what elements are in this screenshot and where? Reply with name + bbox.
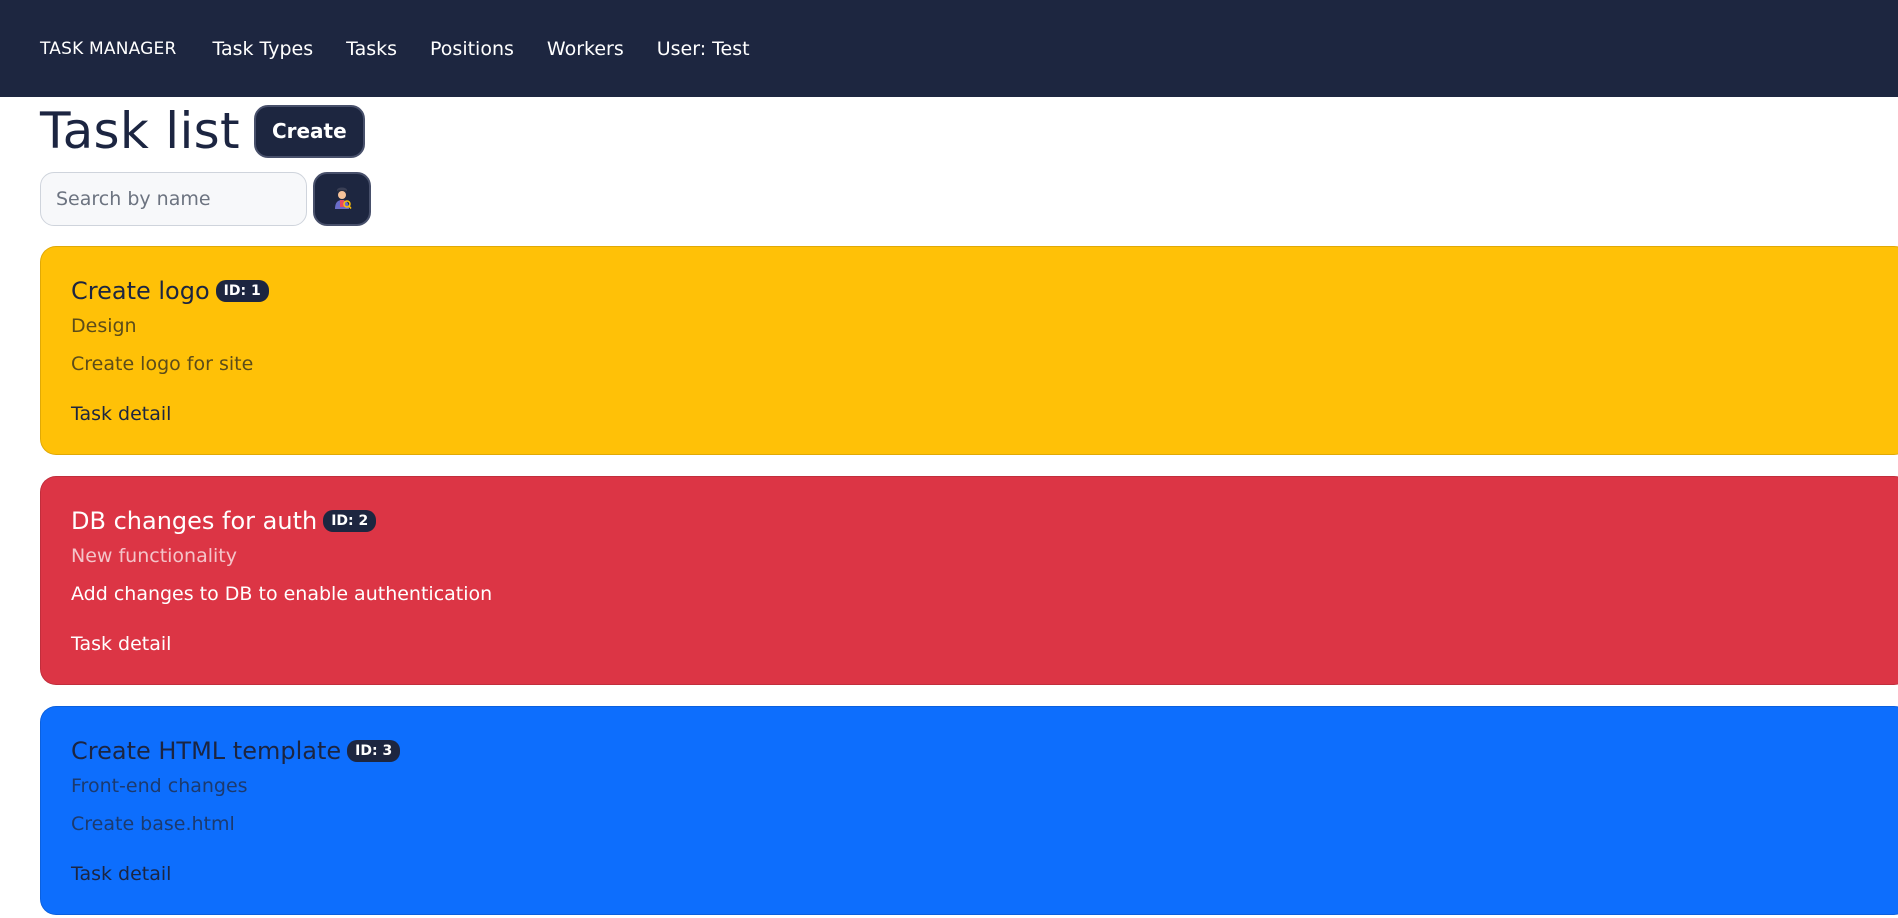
search-person-icon <box>332 186 352 213</box>
page-title: Task list <box>40 102 240 160</box>
task-type: Front-end changes <box>71 775 248 797</box>
task-title: Create HTML template <box>71 737 342 765</box>
search-button[interactable] <box>313 172 371 226</box>
task-id-badge: ID: 1 <box>215 279 269 303</box>
task-description: Create logo for site <box>71 353 254 375</box>
task-detail-link[interactable]: Task detail <box>71 633 171 655</box>
task-detail-link[interactable]: Task detail <box>71 403 171 425</box>
top-navbar: TASK MANAGER Task Types Tasks Positions … <box>0 0 1898 97</box>
search-input[interactable] <box>40 172 307 226</box>
task-title-row: Create HTML template ID: 3 <box>71 735 1879 767</box>
nav-link-positions[interactable]: Positions <box>430 38 514 60</box>
task-card: DB changes for auth ID: 2 New functional… <box>40 476 1898 685</box>
task-detail-link[interactable]: Task detail <box>71 863 171 885</box>
task-type: New functionality <box>71 545 237 567</box>
task-title: DB changes for auth <box>71 507 318 535</box>
task-title-row: DB changes for auth ID: 2 <box>71 505 1879 537</box>
task-description: Create base.html <box>71 813 235 835</box>
task-title-row: Create logo ID: 1 <box>71 275 1879 307</box>
task-id-badge: ID: 2 <box>323 509 377 533</box>
page-header: Task list Create <box>40 102 365 160</box>
nav-link-user[interactable]: User: Test <box>657 38 750 60</box>
task-card: Create HTML template ID: 3 Front-end cha… <box>40 706 1898 915</box>
task-id-badge: ID: 3 <box>347 739 401 763</box>
brand-link[interactable]: TASK MANAGER <box>40 39 177 59</box>
task-card: Create logo ID: 1 Design Create logo for… <box>40 246 1898 455</box>
search-form <box>40 172 371 226</box>
task-title: Create logo <box>71 277 210 305</box>
nav-link-tasks[interactable]: Tasks <box>346 38 397 60</box>
task-type: Design <box>71 315 137 337</box>
nav-link-task-types[interactable]: Task Types <box>213 38 314 60</box>
task-description: Add changes to DB to enable authenticati… <box>71 583 493 605</box>
nav-link-workers[interactable]: Workers <box>547 38 624 60</box>
create-button[interactable]: Create <box>253 104 365 158</box>
